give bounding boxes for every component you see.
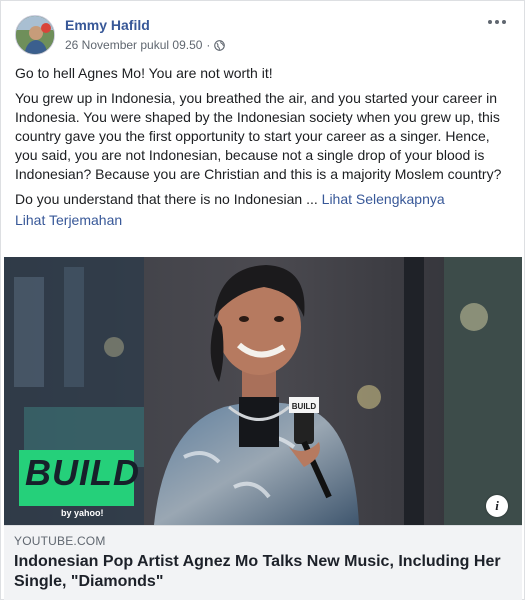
post-header: Emmy Hafild 26 November pukul 09.50 · [15,15,514,57]
truncated-text: Do you understand that there is no Indon… [15,191,318,207]
post-paragraph: Go to hell Agnes Mo! You are not worth i… [15,65,273,81]
build-logo: BUILD [19,450,139,506]
info-icon[interactable]: i [486,495,508,517]
see-more-link[interactable]: Lihat Selengkapnya [322,191,445,207]
build-logo-text: BUILD [25,452,140,493]
post-truncated-paragraph: Do you understand that there is no Indon… [15,190,513,209]
post-timestamp[interactable]: 26 November pukul 09.50 [65,38,202,52]
build-logo-subtext: by yahoo! [61,508,104,518]
see-translation-link[interactable]: Lihat Terjemahan [15,211,513,230]
author-name[interactable]: Emmy Hafild [65,17,150,33]
post-paragraph: You grew up in Indonesia, you breathed t… [15,90,502,182]
meta-separator: · [206,38,211,52]
link-title[interactable]: Indonesian Pop Artist Agnez Mo Talks New… [14,552,512,592]
globe-icon[interactable] [214,39,226,51]
link-preview-image[interactable]: BUILD BUILD by yahoo! i [4,257,522,525]
link-preview-footer[interactable]: YOUTUBE.COM Indonesian Pop Artist Agnez … [4,525,522,600]
link-domain: YOUTUBE.COM [14,534,106,548]
svg-text:BUILD: BUILD [292,402,317,411]
facebook-post-card: Emmy Hafild 26 November pukul 09.50 · Go… [0,0,525,600]
avatar[interactable] [15,15,55,55]
ellipsis-icon[interactable] [486,15,508,29]
post-meta: 26 November pukul 09.50 · [65,38,226,52]
post-body: Go to hell Agnes Mo! You are not worth i… [15,64,513,230]
